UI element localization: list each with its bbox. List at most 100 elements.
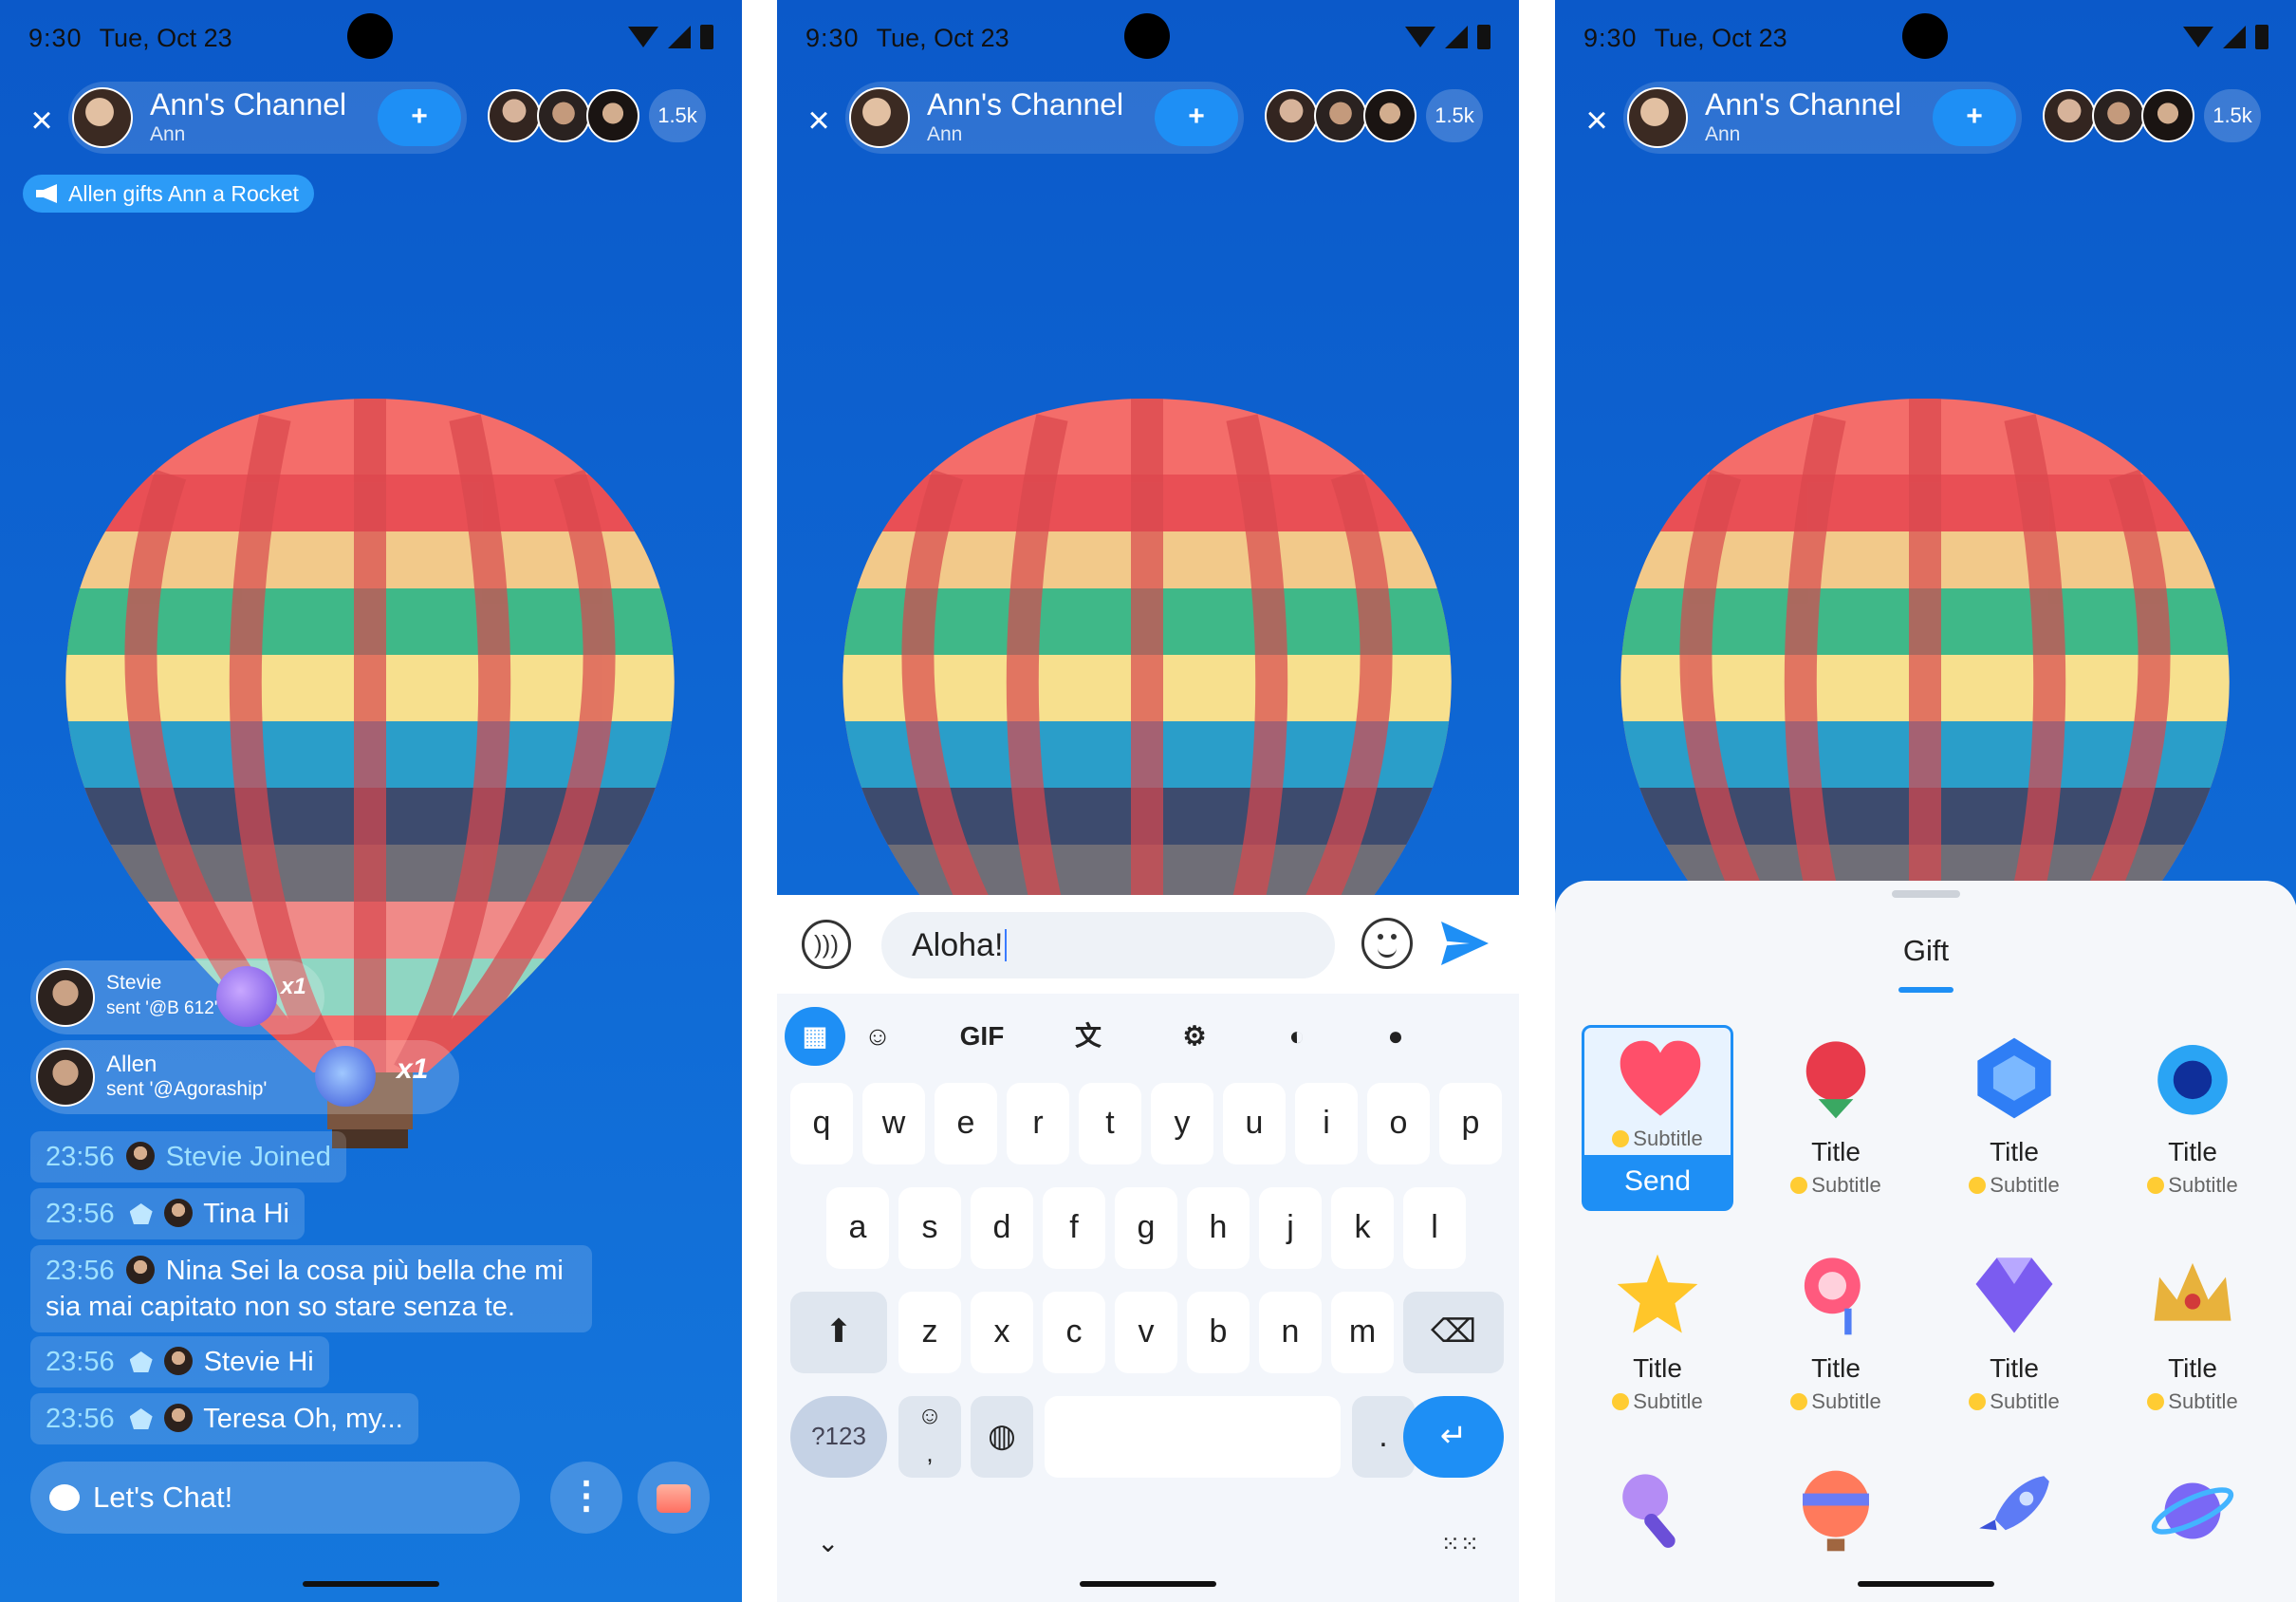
gift-item[interactable]: Title Subtitle [2117,1241,2268,1427]
level-badge-icon [129,1203,153,1224]
key-i[interactable]: i [1295,1083,1358,1164]
symbols-key[interactable]: ?123 [790,1396,887,1478]
viewer-list[interactable]: 1.5k [1265,89,1483,142]
emoji-icon[interactable] [1361,918,1413,969]
key-z[interactable]: z [898,1292,961,1373]
key-s[interactable]: s [898,1187,961,1269]
key-l[interactable]: l [1403,1187,1466,1269]
close-icon[interactable]: × [23,102,61,140]
key-x[interactable]: x [971,1292,1033,1373]
message-input[interactable]: Aloha! [881,912,1335,978]
hot-air-balloon-icon [1803,1470,1869,1552]
send-icon[interactable] [1441,922,1489,965]
shift-key[interactable]: ⬆ [790,1292,887,1373]
key-u[interactable]: u [1223,1083,1286,1164]
viewer-avatar [488,89,541,142]
follow-button[interactable]: + [378,89,461,146]
viewer-count: 1.5k [649,89,706,142]
close-icon[interactable]: × [800,102,838,140]
more-options-button[interactable]: ⋮ [550,1462,622,1534]
key-n[interactable]: n [1259,1292,1322,1373]
channel-info[interactable]: Ann's Channel Ann + [845,82,1244,154]
palette-icon[interactable]: ◐ [1267,1007,1327,1066]
message-text: Teresa Oh, my... [203,1404,403,1434]
hide-keyboard-icon[interactable]: ⌄ [817,1527,839,1558]
coin-icon [1790,1177,1808,1194]
gift-item[interactable]: Title Subtitle [1760,1025,1912,1211]
key-h[interactable]: h [1187,1187,1250,1269]
close-icon[interactable]: × [1578,102,1616,140]
sheet-grip[interactable] [1892,890,1960,898]
key-d[interactable]: d [971,1187,1033,1269]
gift-item[interactable] [1760,1458,1912,1562]
gift-sent-text: sent '@B 612' [106,998,218,1018]
gift-item-selected[interactable]: Subtitle Send [1582,1025,1733,1211]
send-gift-button[interactable]: Send [1584,1155,1731,1208]
gift-button[interactable] [638,1462,710,1534]
host-name: Ann [150,123,186,145]
channel-name: Ann's Channel [150,87,347,121]
microphone-icon[interactable]: ● [1365,1007,1426,1066]
enter-key[interactable]: ↵ [1403,1396,1504,1478]
key-k[interactable]: k [1331,1187,1394,1269]
wifi-icon [628,27,658,47]
key-t[interactable]: t [1079,1083,1141,1164]
chat-input[interactable]: Let's Chat! [30,1462,520,1534]
channel-header: × Ann's Channel Ann + 1.5k [1555,82,2296,154]
key-a[interactable]: a [826,1187,889,1269]
comma-label: , [926,1439,934,1467]
gift-subtitle: Subtitle [1584,1127,1731,1151]
backspace-key[interactable]: ⌫ [1403,1292,1504,1373]
key-w[interactable]: w [862,1083,925,1164]
planet-icon [216,966,277,1027]
viewer-list[interactable]: 1.5k [2043,89,2261,142]
keyboard-switch-icon[interactable]: ⁙⁙ [1441,1531,1479,1558]
gift-card: Allen sent '@Agoraship' x1 [30,1040,459,1114]
emoji-comma-key[interactable]: ☺, [898,1396,961,1478]
gif-button[interactable]: GIF [952,1007,1012,1066]
key-m[interactable]: m [1331,1292,1394,1373]
key-j[interactable]: j [1259,1187,1322,1269]
gift-item[interactable]: Title Subtitle [1582,1241,1733,1427]
key-b[interactable]: b [1187,1292,1250,1373]
translate-icon[interactable]: 文 [1058,1007,1119,1066]
gift-subtitle-text: Subtitle [1633,1389,1703,1413]
sticker-icon[interactable]: ☺ [847,1007,908,1066]
key-r[interactable]: r [1007,1083,1069,1164]
key-g[interactable]: g [1115,1187,1177,1269]
gift-item[interactable]: Title Subtitle [1938,1241,2090,1427]
follow-button[interactable]: + [1933,89,2016,146]
viewer-list[interactable]: 1.5k [488,89,706,142]
key-c[interactable]: c [1043,1292,1105,1373]
key-v[interactable]: v [1115,1292,1177,1373]
channel-info[interactable]: Ann's Channel Ann + [68,82,467,154]
gift-item[interactable] [1582,1458,1733,1562]
gift-title: Title [1990,1353,2039,1383]
key-e[interactable]: e [935,1083,997,1164]
settings-gear-icon[interactable]: ⚙ [1164,1007,1225,1066]
gift-item[interactable] [2117,1458,2268,1562]
channel-info[interactable]: Ann's Channel Ann + [1623,82,2022,154]
chat-bubble-icon [49,1484,80,1511]
key-y[interactable]: y [1151,1083,1213,1164]
key-row-2: a s d f g h j k l [777,1187,1519,1269]
key-q[interactable]: q [790,1083,853,1164]
space-key[interactable] [1045,1396,1341,1478]
chat-placeholder: Let's Chat! [93,1481,233,1514]
key-o[interactable]: o [1367,1083,1430,1164]
globe-key[interactable]: ◍ [971,1396,1033,1478]
add-user-icon: + [411,101,428,132]
apps-grid-icon[interactable]: ▦ [785,1007,845,1066]
key-p[interactable]: p [1439,1083,1502,1164]
gift-item[interactable] [1938,1458,2090,1562]
follow-button[interactable]: + [1155,89,1238,146]
key-f[interactable]: f [1043,1187,1105,1269]
gift-item[interactable]: Title Subtitle [2117,1025,2268,1211]
gift-item[interactable]: Title Subtitle [1938,1025,2090,1211]
gift-tab[interactable]: Gift [1555,934,2296,968]
gift-item[interactable]: Title Subtitle [1760,1241,1912,1427]
gift-title: Title [2168,1353,2217,1383]
voice-icon[interactable]: ))) [802,920,851,969]
user-avatar [163,1347,193,1375]
gift-subtitle: Subtitle [1582,1389,1733,1414]
